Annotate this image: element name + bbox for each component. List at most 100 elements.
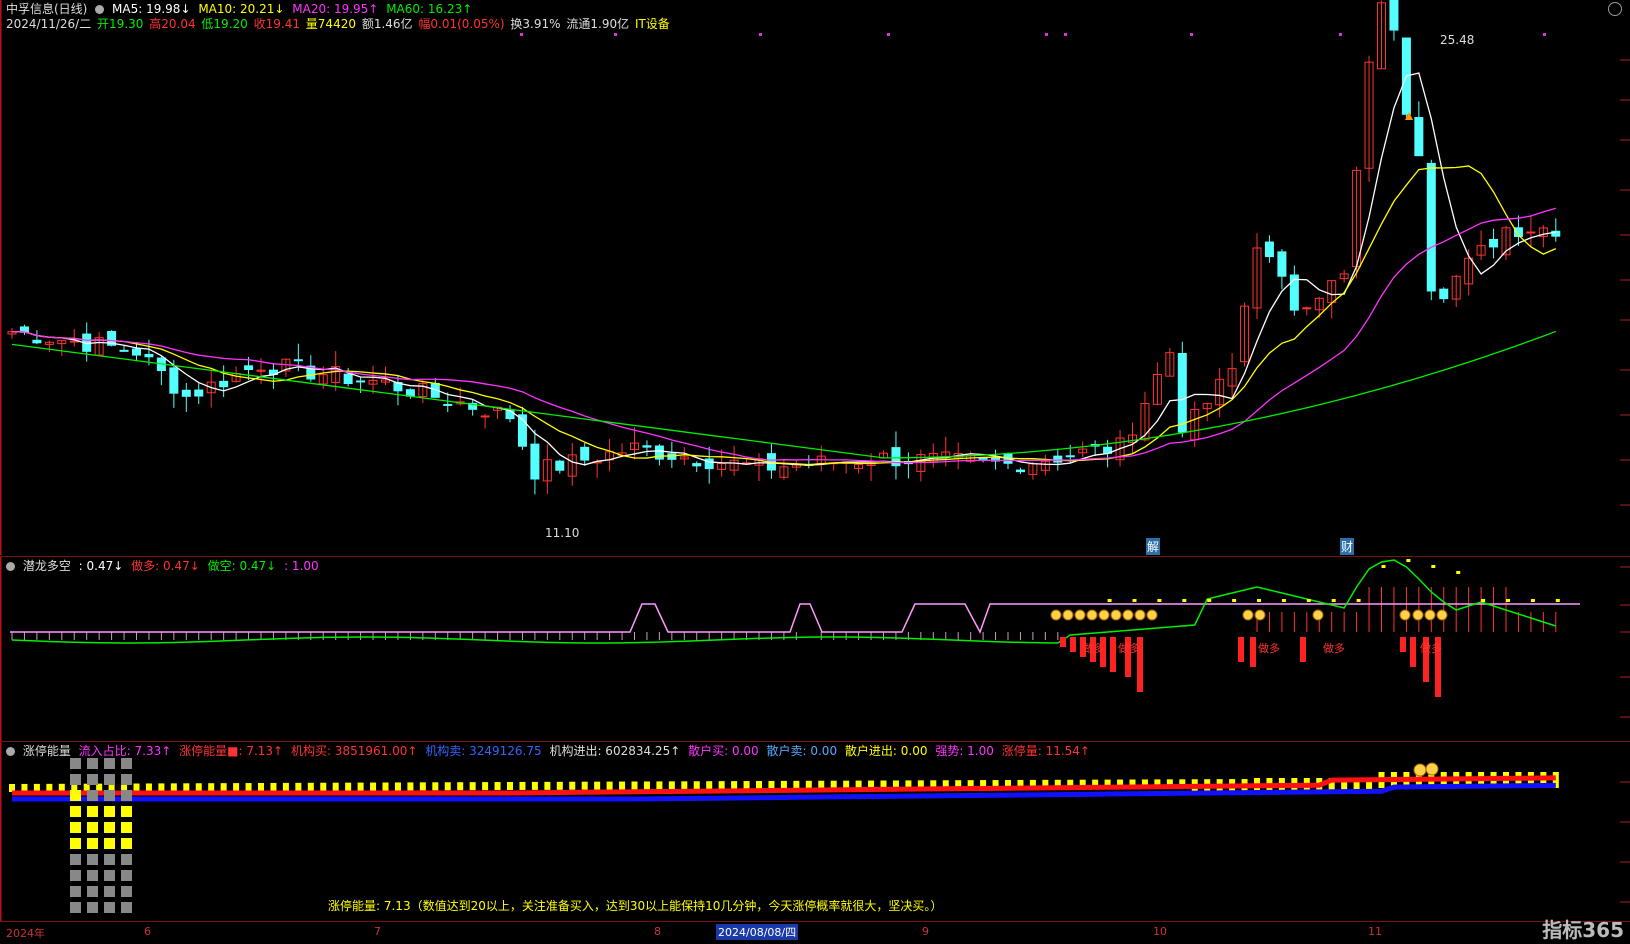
level-square <box>87 822 98 833</box>
smiley-icon <box>1134 609 1146 621</box>
header-row-1: 中孚信息(日线) MA5: 19.98↓ MA10: 20.21↓ MA20: … <box>6 2 476 17</box>
level-square <box>70 806 81 817</box>
event-marker-jie[interactable]: 解 <box>1146 538 1161 555</box>
energy-dash <box>706 781 713 790</box>
axis-selected-date[interactable]: 2024/08/08/四 <box>716 924 799 940</box>
down-bar <box>1110 637 1116 672</box>
time-axis[interactable]: 2024年 6 7 8 9 10 11 2024/08/08/四 指标365 <box>0 918 1630 944</box>
energy-dash <box>233 783 240 792</box>
energy-dot <box>1281 599 1286 602</box>
level-square <box>104 902 115 913</box>
candlestick-chart[interactable] <box>0 0 1630 555</box>
quote-turnover: 换3.91% <box>510 17 561 31</box>
energy-dash <box>631 781 638 790</box>
ind2-value-5: 机构进出: 602834.25↑ <box>549 744 681 758</box>
energy-dash <box>743 781 750 790</box>
energy-dash <box>606 781 613 790</box>
main-chart-panel[interactable]: 中孚信息(日线) MA5: 19.98↓ MA10: 20.21↓ MA20: … <box>0 0 1630 555</box>
energy-dash <box>320 782 327 791</box>
candle-body <box>1426 162 1436 292</box>
quote-volume: 量74420 <box>305 17 356 31</box>
energy-dash <box>544 781 551 790</box>
level-square <box>87 854 98 865</box>
energy-dash <box>569 781 576 790</box>
energy-dash <box>419 782 426 791</box>
energy-dot <box>1182 599 1187 602</box>
zhangting-indicator-panel[interactable]: 涨停能量 流入占比: 7.33↑ 涨停能量■: 7.13↑ 机构买: 38519… <box>0 741 1630 922</box>
level-square <box>70 822 81 833</box>
ma20-value: MA20: 19.95↑ <box>292 2 379 16</box>
energy-dash <box>270 782 277 791</box>
candle-body <box>1065 455 1075 458</box>
energy-dash <box>469 782 476 791</box>
ind2-value-8: 散户进出: 0.00 <box>844 744 928 758</box>
qianlong-indicator-panel[interactable]: 潜龙多空 : 0.47↓ 做多: 0.47↓ 做空: 0.47↓ : 1.00 … <box>0 556 1630 741</box>
candle-body <box>555 460 565 471</box>
candle-body <box>1526 231 1536 234</box>
level-square <box>121 774 132 785</box>
smiley-icon <box>1098 609 1110 621</box>
window-control-icon[interactable] <box>1608 2 1622 16</box>
candle-body <box>244 365 254 371</box>
ind2-note: 涨停能量: 7.13（数值达到20以上，关注准备买入，达到30以上能保持10几分… <box>328 899 943 913</box>
ind2-value-10: 涨停量: 11.54↑ <box>1001 744 1090 758</box>
smiley-icon <box>1110 609 1122 621</box>
ind1-value-1: : 0.47↓ <box>78 559 124 573</box>
energy-dash <box>370 782 377 791</box>
level-square <box>121 758 132 769</box>
signal-dot <box>614 33 617 36</box>
candle-body <box>642 445 652 448</box>
smiley-icon <box>1436 609 1448 621</box>
candle-body <box>1414 117 1424 157</box>
energy-dash <box>394 782 401 791</box>
candle-body <box>1389 0 1399 31</box>
level-square <box>104 758 115 769</box>
axis-label-6: 6 <box>144 925 151 938</box>
ind2-value-1: 流入占比: 7.33↑ <box>78 744 172 758</box>
indicator-toggle-icon[interactable] <box>95 5 105 14</box>
candle-body <box>293 359 303 362</box>
level-square <box>104 886 115 897</box>
candle-body <box>132 348 141 356</box>
ind2-value-9: 强势: 1.00 <box>935 744 994 758</box>
energy-dash <box>457 782 464 791</box>
energy-dash <box>482 782 489 791</box>
ind2-value-4: 机构卖: 3249126.75 <box>425 744 542 758</box>
energy-dot <box>1132 599 1137 602</box>
ind1-value-2: 做多: 0.47↓ <box>131 559 200 573</box>
down-bar <box>1250 637 1256 667</box>
zhangting-chart[interactable] <box>0 742 1630 922</box>
energy-dot <box>1530 599 1535 602</box>
ind2-value-7: 散户卖: 0.00 <box>766 744 838 758</box>
energy-dash <box>295 782 302 791</box>
ind2-name: 涨停能量 <box>22 744 71 758</box>
level-square <box>87 902 98 913</box>
quote-amount: 额1.46亿 <box>361 17 413 31</box>
energy-dash <box>145 783 152 792</box>
ma5-value: MA5: 19.98↓ <box>112 2 191 16</box>
ind1-value-3: 做空: 0.47↓ <box>207 559 277 573</box>
energy-dot <box>1555 599 1560 602</box>
energy-dash <box>332 782 339 791</box>
ind1-name: 潜龙多空 <box>22 559 71 573</box>
candle-body <box>530 443 540 480</box>
event-marker-cai[interactable]: 财 <box>1340 538 1355 555</box>
signal-dot <box>887 33 890 36</box>
level-square <box>70 758 81 769</box>
stock-title: 中孚信息(日线) <box>6 2 88 16</box>
ind2-toggle-icon[interactable] <box>6 747 15 756</box>
candle-body <box>1177 352 1187 433</box>
smiley-icon <box>1413 763 1427 777</box>
energy-dash <box>668 781 675 790</box>
energy-dash <box>220 783 227 792</box>
header-row-2: 2024/11/26/二 开19.30 高20.04 低19.20 收19.41… <box>6 17 672 32</box>
quote-sector: IT设备 <box>634 17 670 31</box>
energy-dash <box>656 781 663 790</box>
level-square <box>121 870 132 881</box>
level-square <box>70 854 81 865</box>
ma60-line <box>11 330 1557 459</box>
energy-dot <box>1431 565 1436 568</box>
qianlong-chart[interactable] <box>0 557 1630 741</box>
level-square <box>87 870 98 881</box>
ind1-toggle-icon[interactable] <box>6 562 15 571</box>
